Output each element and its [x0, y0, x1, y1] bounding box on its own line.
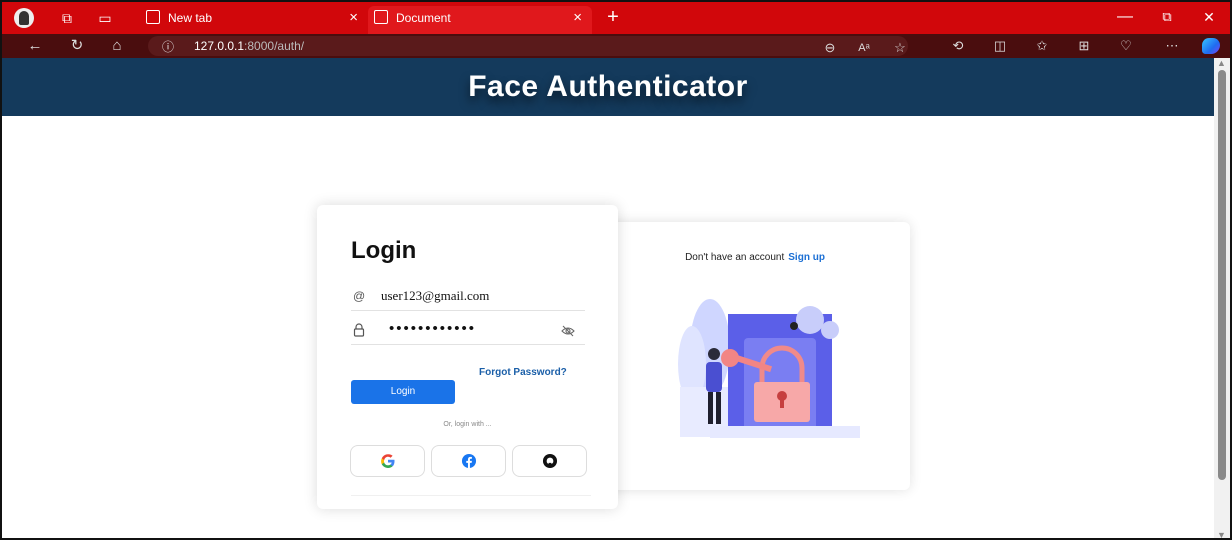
google-login-button[interactable]: [350, 445, 425, 477]
tab-close-icon[interactable]: ×: [349, 6, 358, 30]
page-scrollbar[interactable]: ▲ ▼: [1214, 58, 1230, 538]
restore-button[interactable]: ⧉: [1152, 6, 1182, 28]
lock-icon: [353, 323, 365, 337]
github-icon: [542, 453, 557, 469]
hide-password-icon[interactable]: [561, 324, 575, 338]
signup-link[interactable]: Sign up: [788, 252, 825, 263]
password-field[interactable]: ••••••••••••: [351, 319, 585, 345]
tab-actions-icon[interactable]: ▭: [96, 9, 114, 27]
favorites-icon[interactable]: ✩: [1032, 36, 1052, 56]
google-icon: [380, 454, 394, 468]
forgot-password-link[interactable]: Forgot Password?: [479, 367, 567, 378]
password-value: ••••••••••••: [389, 320, 477, 337]
zoom-icon[interactable]: ⊖: [820, 38, 840, 58]
back-icon[interactable]: ←: [24, 36, 46, 56]
scroll-up-icon[interactable]: ▲: [1217, 58, 1226, 68]
read-aloud-icon[interactable]: Aᵃ: [854, 38, 874, 58]
navigation-bar: ← ↻ ⌂ ⓘ 127.0.0.1:8000/auth/ ⊖ Aᵃ ☆ ⟲ ◫ …: [2, 34, 1230, 58]
title-bar: ⧉ ▭ New tab × Document × + — ⧉ ✕: [2, 2, 1230, 34]
or-login-with-text: Or, login with ...: [443, 421, 492, 428]
github-login-button[interactable]: [512, 445, 587, 477]
card-divider: [351, 495, 591, 496]
tab-document[interactable]: Document ×: [368, 6, 592, 34]
tab-close-icon[interactable]: ×: [573, 6, 582, 30]
split-screen-icon[interactable]: ◫: [990, 36, 1010, 56]
page-header: Face Authenticator: [2, 58, 1214, 116]
profile-avatar[interactable]: [14, 8, 34, 28]
refresh-icon[interactable]: ↻: [66, 36, 88, 56]
home-icon[interactable]: ⌂: [106, 36, 128, 56]
login-button[interactable]: Login: [351, 380, 455, 404]
new-tab-button[interactable]: +: [598, 6, 628, 28]
signup-prompt: Don't have an account Sign up: [685, 252, 825, 263]
scroll-thumb[interactable]: [1218, 70, 1226, 480]
login-title: Login: [351, 237, 417, 264]
extensions-icon[interactable]: ⟲: [948, 36, 968, 56]
facebook-login-button[interactable]: [431, 445, 506, 477]
login-card: Login @ user123@gmail.com •••••••••••• F…: [317, 205, 618, 509]
favorite-star-icon[interactable]: ☆: [890, 38, 910, 58]
scroll-down-icon[interactable]: ▼: [1217, 530, 1226, 538]
copilot-icon[interactable]: [1202, 38, 1220, 54]
page-title: Face Authenticator: [468, 70, 748, 103]
at-sign-icon: @: [353, 289, 366, 303]
document-icon: [374, 10, 388, 24]
email-field[interactable]: @ user123@gmail.com: [351, 285, 585, 311]
close-window-button[interactable]: ✕: [1194, 6, 1224, 28]
url-text: 127.0.0.1:8000/auth/: [194, 39, 305, 53]
minimize-button[interactable]: —: [1110, 6, 1140, 28]
site-info-icon[interactable]: ⓘ: [162, 38, 174, 55]
security-illustration: [678, 299, 860, 438]
browser-essentials-icon[interactable]: ♡: [1116, 36, 1136, 56]
page-viewport: Face Authenticator Don't have an account…: [2, 58, 1214, 538]
new-tab-icon: [146, 10, 160, 24]
workspaces-icon[interactable]: ⧉: [58, 9, 76, 27]
tab-new-tab[interactable]: New tab ×: [140, 6, 368, 34]
facebook-icon: [461, 453, 476, 469]
email-value: user123@gmail.com: [381, 288, 490, 303]
more-menu-icon[interactable]: ⋯: [1162, 36, 1182, 56]
tab-label: Document: [396, 11, 451, 25]
browser-window: ⧉ ▭ New tab × Document × + — ⧉ ✕ ← ↻ ⌂ ⓘ…: [0, 0, 1232, 540]
signup-card: Don't have an account Sign up: [600, 222, 910, 490]
tab-label: New tab: [168, 11, 213, 25]
address-bar[interactable]: ⓘ 127.0.0.1:8000/auth/ ⊖ Aᵃ ☆: [148, 36, 908, 56]
collections-icon[interactable]: ⊞: [1074, 36, 1094, 56]
